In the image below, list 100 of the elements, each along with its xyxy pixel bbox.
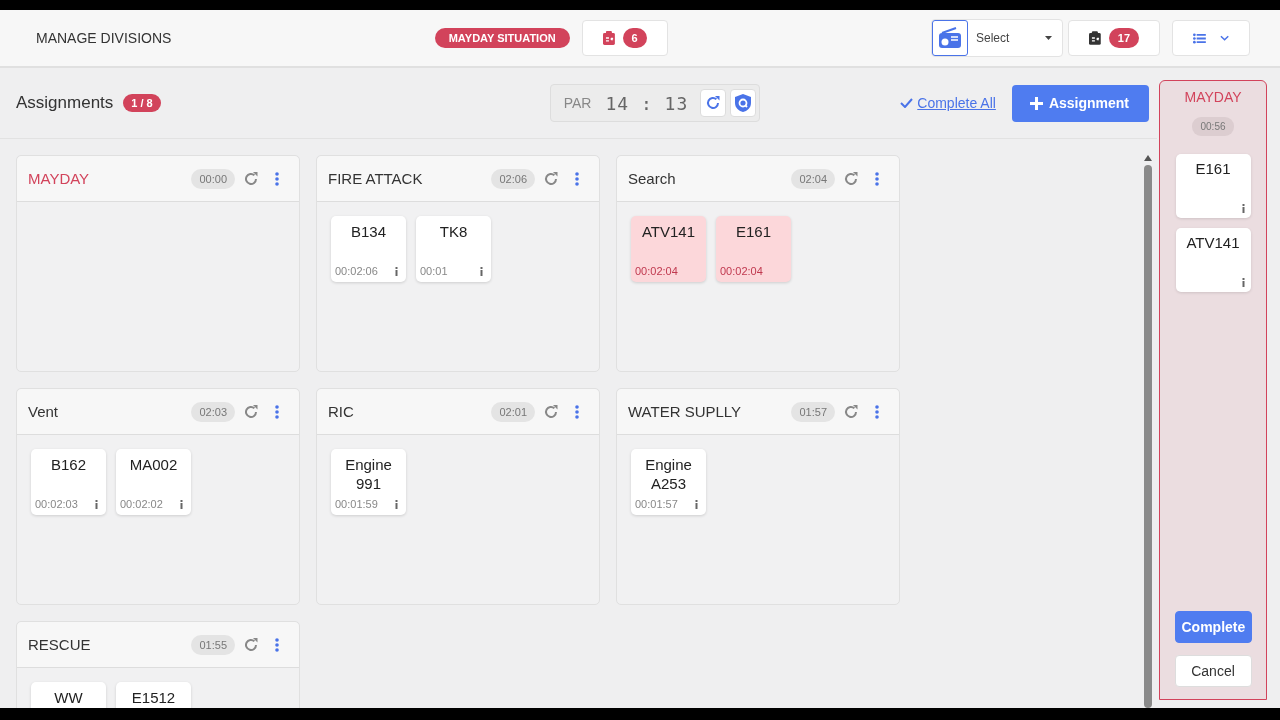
- check-icon: [900, 98, 914, 108]
- unit-name: B134: [349, 222, 387, 242]
- complete-button[interactable]: Complete: [1174, 611, 1252, 643]
- info-icon[interactable]: [395, 266, 398, 276]
- unit-timer: 00:01: [420, 265, 448, 277]
- add-assignment-button[interactable]: Assignment: [1011, 84, 1149, 122]
- unit-name: ATV141: [1186, 234, 1240, 253]
- page-title: Assignments: [16, 93, 114, 113]
- division-title: WATER SUPLLY: [628, 403, 743, 420]
- division-title: RIC: [328, 403, 355, 420]
- unit-timer: 00:02:04: [635, 265, 678, 277]
- kebab-menu-icon[interactable]: [275, 171, 279, 186]
- caret-icon: [1045, 36, 1052, 40]
- clipboard-icon: [602, 31, 615, 45]
- division-timer: 02:01: [491, 401, 535, 422]
- division-timer: 01:57: [791, 401, 835, 422]
- info-icon[interactable]: [180, 499, 183, 509]
- division-timer: 02:03: [191, 401, 235, 422]
- kebab-menu-icon[interactable]: [575, 404, 579, 419]
- unit-name: E161: [1195, 160, 1231, 179]
- division-title: RESCUE: [28, 636, 92, 653]
- panel-title: MAYDAY: [1184, 89, 1242, 105]
- count-badge: 17: [1108, 28, 1139, 48]
- unit-card[interactable]: E161: [1175, 154, 1251, 218]
- info-icon[interactable]: [395, 499, 398, 509]
- unit-card[interactable]: ATV141 00:02:04: [631, 216, 706, 282]
- count-badge: 6: [622, 28, 647, 48]
- par-label: PAR: [562, 95, 593, 111]
- unit-timer: 00:02:04: [720, 265, 763, 277]
- unit-card[interactable]: WW: [31, 682, 106, 708]
- unit-card[interactable]: E161 00:02:04: [716, 216, 791, 282]
- mayday-badge: MAYDAY SITUATION: [434, 28, 570, 48]
- unit-timer: 00:01:59: [335, 498, 378, 510]
- unit-name: E1512: [130, 688, 177, 708]
- refresh-icon[interactable]: [843, 170, 859, 187]
- refresh-icon[interactable]: [705, 95, 722, 111]
- unit-name: Engine A253: [644, 455, 693, 494]
- scrollbar-thumb[interactable]: [1144, 165, 1152, 708]
- info-icon[interactable]: [95, 499, 98, 509]
- division-timer: 01:55: [191, 634, 235, 655]
- scroll-up-icon[interactable]: [1144, 155, 1152, 161]
- list-menu-button[interactable]: [1172, 20, 1250, 56]
- shield-icon: [735, 94, 752, 112]
- refresh-icon[interactable]: [243, 636, 259, 653]
- unit-card[interactable]: TK8 00:01: [416, 216, 491, 282]
- clipboard-icon: [1089, 31, 1101, 45]
- panel-timer: 00:56: [1192, 117, 1234, 136]
- nav-item[interactable]: MANAGE DIVISIONS: [36, 30, 172, 46]
- unit-card[interactable]: B134 00:02:06: [331, 216, 406, 282]
- unit-timer: 00:02:03: [35, 498, 78, 510]
- refresh-icon[interactable]: [843, 403, 859, 420]
- unit-card[interactable]: Engine A253 00:01:57: [631, 449, 706, 515]
- kebab-menu-icon[interactable]: [875, 404, 879, 419]
- unit-name: MA002: [128, 455, 179, 475]
- alerts-button[interactable]: 17: [1068, 20, 1160, 56]
- radio-icon: [938, 27, 962, 49]
- division-title: FIRE ATTACK: [328, 170, 424, 187]
- cancel-button[interactable]: Cancel: [1174, 655, 1252, 687]
- unit-card[interactable]: Engine 991 00:01:59: [331, 449, 406, 515]
- complete-all-link[interactable]: Complete All: [900, 95, 996, 111]
- division-timer: 00:00: [191, 168, 235, 189]
- shield-button[interactable]: [730, 89, 757, 117]
- plus-icon: [1029, 96, 1043, 110]
- division-title: Search: [628, 170, 677, 187]
- unit-card[interactable]: ATV141: [1175, 228, 1251, 292]
- unit-card[interactable]: B162 00:02:03: [31, 449, 106, 515]
- info-icon[interactable]: [480, 266, 483, 276]
- kebab-menu-icon[interactable]: [275, 404, 279, 419]
- clipboard-button[interactable]: 6: [581, 20, 668, 56]
- kebab-menu-icon[interactable]: [275, 637, 279, 652]
- unit-name: E161: [734, 222, 772, 242]
- refresh-icon[interactable]: [243, 170, 259, 187]
- radio-select[interactable]: Select: [931, 19, 1063, 57]
- kebab-menu-icon[interactable]: [875, 171, 879, 186]
- unit-card[interactable]: E1512: [116, 682, 191, 708]
- select-placeholder: Select: [975, 31, 1011, 45]
- chevron-down-icon: [1219, 35, 1229, 41]
- unit-timer: 00:02:02: [120, 498, 163, 510]
- unit-name: Engine 991: [344, 455, 393, 494]
- refresh-icon[interactable]: [243, 403, 259, 420]
- unit-name: TK8: [438, 222, 469, 242]
- info-icon[interactable]: [1241, 204, 1245, 213]
- par-time: 14 : 13: [605, 92, 689, 114]
- count-badge: 1 / 8: [123, 94, 161, 112]
- division-timer: 02:06: [491, 168, 535, 189]
- unit-name: B162: [49, 455, 87, 475]
- info-icon[interactable]: [695, 499, 698, 509]
- unit-name: ATV141: [640, 222, 697, 242]
- unit-timer: 00:02:06: [335, 265, 378, 277]
- refresh-icon[interactable]: [543, 403, 559, 420]
- kebab-menu-icon[interactable]: [575, 171, 579, 186]
- division-title: MAYDAY: [28, 170, 91, 187]
- info-icon[interactable]: [1241, 278, 1245, 287]
- unit-name: WW: [53, 688, 84, 708]
- reset-button[interactable]: [700, 89, 727, 117]
- refresh-icon[interactable]: [543, 170, 559, 187]
- list-icon: [1193, 32, 1206, 44]
- unit-card[interactable]: MA002 00:02:02: [116, 449, 191, 515]
- division-title: Vent: [28, 403, 60, 420]
- unit-timer: 00:01:57: [635, 498, 678, 510]
